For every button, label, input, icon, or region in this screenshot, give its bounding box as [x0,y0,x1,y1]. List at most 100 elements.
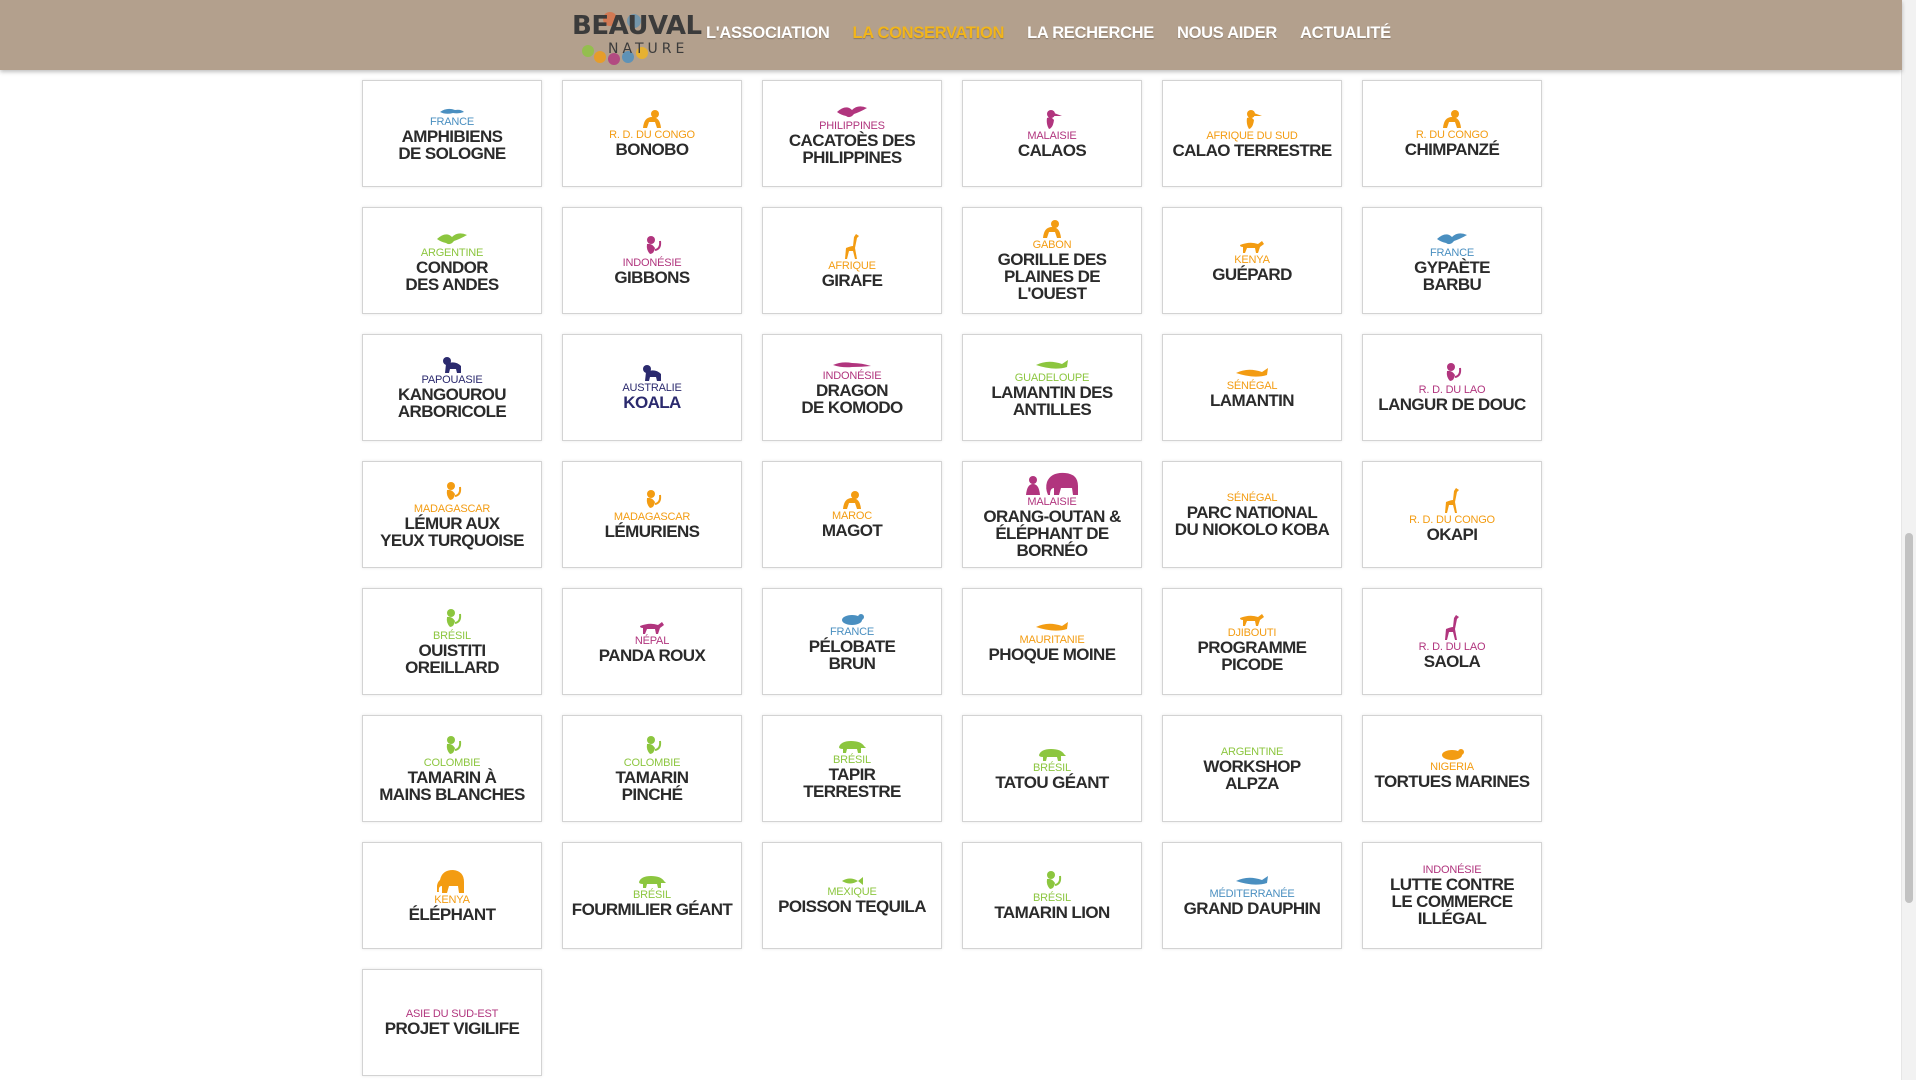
cheetah-icon [1238,238,1266,254]
seal-icon [1034,620,1070,634]
beauval-nature-logo[interactable]: BEAUVAL NATURE [570,7,702,65]
armadillo-icon [1037,746,1067,762]
condor-icon [436,229,468,247]
program-card[interactable]: PHILIPPINES CACATOÈS DES PHILIPPINES [762,80,942,187]
program-card[interactable]: COLOMBIE TAMARIN PINCHÉ [562,715,742,822]
program-card[interactable]: BRÉSIL TAMARIN LION [962,842,1142,949]
langur-icon [1441,362,1463,384]
program-card[interactable]: MAROC MAGOT [762,461,942,568]
program-card[interactable]: PAPOUASIE KANGOUROU ARBORICOLE [362,334,542,441]
program-card[interactable]: MALAISIE ORANG-OUTAN & ÉLÉPHANT DE BORNÉO [962,461,1142,568]
program-card[interactable]: KENYA GUÉPARD [1162,207,1342,314]
program-card[interactable]: FRANCE GYPAÈTE BARBU [1362,207,1542,314]
program-card[interactable]: COLOMBIE TAMARIN À MAINS BLANCHES [362,715,542,822]
program-title: PANDA ROUX [598,646,706,665]
program-title: LANGUR DE DOUC [1378,395,1526,414]
program-title: MAGOT [821,521,883,540]
program-card[interactable]: GABON GORILLE DES PLAINES DE L'OUEST [962,207,1142,314]
scrollbar-thumb[interactable] [1905,533,1913,903]
anteater-icon [637,873,667,889]
program-card[interactable]: NÉPAL PANDA ROUX [562,588,742,695]
program-country: PHILIPPINES [819,119,885,132]
program-title: WORKSHOP ALPZA [1203,756,1301,793]
program-card[interactable]: ARGENTINE WORKSHOP ALPZA [1162,715,1342,822]
program-card[interactable]: MALAISIE CALAOS [962,80,1142,187]
salamander-icon [439,106,465,116]
hornbill-icon [1041,108,1063,130]
program-card[interactable]: R. D. DU LAO LANGUR DE DOUC [1362,334,1542,441]
program-title: OUISTITI OREILLARD [405,640,499,677]
program-title: TAPIR TERRESTRE [803,764,901,801]
program-title: PROGRAMME PICODE [1197,637,1307,674]
elephant-icon [437,868,467,894]
program-card[interactable]: SÉNÉGAL LAMANTIN [1162,334,1342,441]
program-card[interactable]: R. DU CONGO CHIMPANZÉ [1362,80,1542,187]
cockatoo-icon [836,102,868,120]
program-card[interactable]: FRANCE AMPHIBIENS DE SOLOGNE [362,80,542,187]
program-title: POISSON TEQUILA [778,897,926,916]
program-title: GYPAÈTE BARBU [1414,257,1490,294]
nav-link-nous-aider[interactable]: NOUS AIDER [1177,24,1277,48]
program-card[interactable]: INDONÉSIE DRAGON DE KOMODO [762,334,942,441]
program-card[interactable]: MADAGASCAR LÉMUR AUX YEUX TURQUOISE [362,461,542,568]
page-scrollbar[interactable] [1901,0,1916,1080]
program-card[interactable]: INDONÉSIE LUTTE CONTRE LE COMMERCE ILLÉGA… [1362,842,1542,949]
program-card[interactable]: BRÉSIL FOURMILIER GÉANT [562,842,742,949]
program-card[interactable]: NIGERIA TORTUES MARINES [1362,715,1542,822]
nav-link-la-recherche[interactable]: LA RECHERCHE [1027,24,1154,48]
marmoset-icon [441,608,463,630]
site-header: BEAUVAL NATURE L'ASSOCIATION LA CONSERVAT… [0,0,1902,70]
program-title: TAMARIN PINCHÉ [615,767,690,804]
program-card[interactable]: SÉNÉGAL PARC NATIONAL DU NIOKOLO KOBA [1162,461,1342,568]
program-card[interactable]: AFRIQUE DU SUD CALAO TERRESTRE [1162,80,1342,187]
vulture-icon [1436,229,1468,247]
dolphin-icon [1234,874,1270,888]
program-title: TAMARIN LION [994,903,1110,922]
program-card[interactable]: DJIBOUTI PROGRAMME PICODE [1162,588,1342,695]
fish-icon [840,876,864,886]
toad-icon [839,612,865,626]
program-card[interactable]: BRÉSIL TATOU GÉANT [962,715,1142,822]
gorilla-icon [1040,219,1064,239]
program-card[interactable]: AUSTRALIE KOALA [562,334,742,441]
lemur-icon [441,481,463,503]
program-country: DJIBOUTI [1227,626,1277,639]
tamarin-icon [1041,870,1063,892]
program-card[interactable]: AFRIQUE GIRAFE [762,207,942,314]
program-card[interactable]: MAURITANIE PHOQUE MOINE [962,588,1142,695]
manatee-icon [1034,358,1070,372]
main-nav: L'ASSOCIATION LA CONSERVATION LA RECHERCHE… [706,24,1391,48]
program-card[interactable]: GUADELOUPE LAMANTIN DES ANTILLES [962,334,1142,441]
program-card[interactable]: BRÉSIL OUISTITI OREILLARD [362,588,542,695]
nav-link-la-conservation[interactable]: LA CONSERVATION [852,24,1004,48]
program-card[interactable]: R. D. DU CONGO BONOBO [562,80,742,187]
program-country: ARGENTINE [420,246,484,259]
program-card[interactable]: BRÉSIL TAPIR TERRESTRE [762,715,942,822]
nav-link-l-association[interactable]: L'ASSOCIATION [706,24,830,48]
program-card[interactable]: R. D. DU CONGO OKAPI [1362,461,1542,568]
program-card[interactable]: MEXIQUE POISSON TEQUILA [762,842,942,949]
program-card[interactable]: FRANCE PÉLOBATE BRUN [762,588,942,695]
program-country: PAPOUASIE [421,373,483,386]
program-card[interactable]: R. D. DU LAO SAOLA [1362,588,1542,695]
program-country: FRANCE [429,115,475,128]
program-title: PROJET VIGILIFE [384,1019,520,1038]
program-card[interactable]: KENYA ÉLÉPHANT [362,842,542,949]
program-card[interactable]: MADAGASCAR LÉMURIENS [562,461,742,568]
turtle-icon [1439,747,1465,761]
saola-icon [1441,613,1463,641]
conservation-programs-grid: FRANCE AMPHIBIENS DE SOLOGNE R. D. DU CONG… [362,80,1543,1076]
program-card[interactable]: ASIE DU SUD-EST PROJET VIGILIFE [362,969,542,1076]
program-title: TATOU GÉANT [995,773,1109,792]
program-card[interactable]: ARGENTINE CONDOR DES ANDES [362,207,542,314]
program-title: PÉLOBATE BRUN [808,636,896,673]
program-title: PARC NATIONAL DU NIOKOLO KOBA [1174,502,1330,539]
program-card[interactable]: MÉDITERRANÉE GRAND DAUPHIN [1162,842,1342,949]
program-card[interactable]: INDONÉSIE GIBBONS [562,207,742,314]
program-country: BRÉSIL [833,753,871,766]
program-title: SAOLA [1423,652,1481,671]
program-country: MADAGASCAR [413,502,491,515]
bonobo-icon [640,109,664,129]
nav-link-actualité[interactable]: ACTUALITÉ [1300,24,1391,48]
okapi-icon [1441,486,1463,514]
